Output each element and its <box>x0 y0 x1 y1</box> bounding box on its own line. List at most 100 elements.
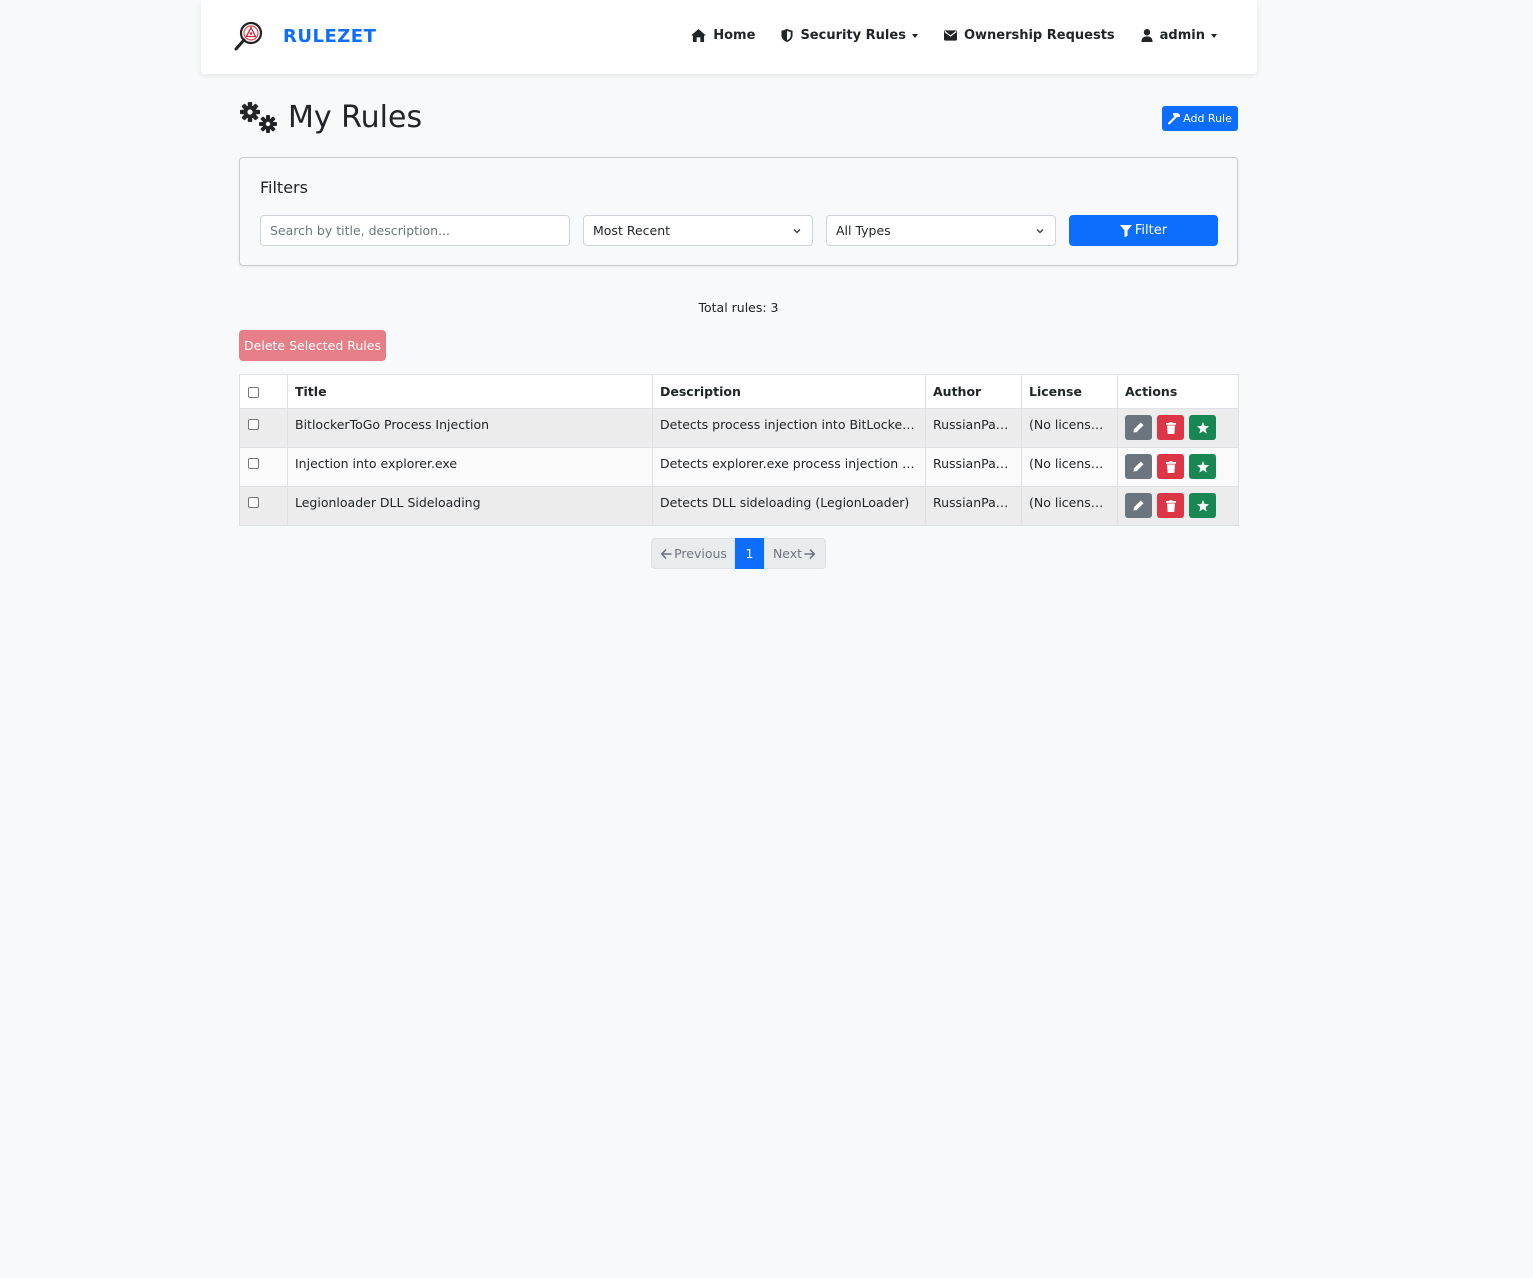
type-select[interactable]: All Types <box>826 215 1056 246</box>
rule-title[interactable]: BitlockerToGo Process Injection <box>287 408 653 448</box>
brand[interactable]: RULEZET <box>234 20 376 52</box>
delete-selected-label: Delete Selected Rules <box>244 338 381 353</box>
column-header[interactable]: Author <box>925 374 1022 409</box>
delete-button[interactable] <box>1157 415 1184 440</box>
table-row: Legionloader DLL Sideloading Detects DLL… <box>239 486 1239 526</box>
star-icon <box>1196 499 1209 511</box>
arrow-left-icon <box>661 548 672 559</box>
edit-button[interactable] <box>1125 454 1152 479</box>
trash-icon <box>1165 499 1176 512</box>
rule-description: Detects process injection into BitLocker… <box>652 408 926 448</box>
previous-label: Previous <box>674 546 727 561</box>
rule-author: RussianPanda <box>925 408 1022 448</box>
chevron-down-icon <box>1211 33 1217 38</box>
table-row: BitlockerToGo Process Injection Detects … <box>239 408 1239 448</box>
next-label: Next <box>772 546 803 561</box>
edit-button[interactable] <box>1125 415 1152 440</box>
nav-security-rules[interactable]: Security Rules <box>781 28 918 43</box>
row-actions <box>1117 408 1239 448</box>
navbar: RULEZET Home Security Rules Ownership Re… <box>201 0 1257 74</box>
row-actions <box>1117 447 1239 487</box>
row-select-cell <box>239 408 288 448</box>
next-page-button[interactable]: Next <box>764 538 826 569</box>
row-select-cell <box>239 486 288 526</box>
rule-author: RussianPanda <box>925 486 1022 526</box>
rule-author: RussianPanda <box>925 447 1022 487</box>
column-header: Actions <box>1117 374 1239 409</box>
row-checkbox[interactable] <box>248 419 259 430</box>
page-header: My Rules <box>239 100 422 135</box>
chevron-down-icon <box>911 33 918 38</box>
edit-button[interactable] <box>1125 493 1152 518</box>
favorite-button[interactable] <box>1189 493 1216 518</box>
previous-page-button[interactable]: Previous <box>651 538 735 569</box>
rule-description: Detects DLL sideloading (LegionLoader) <box>652 486 926 526</box>
add-rule-button[interactable]: Add Rule <box>1162 106 1238 131</box>
star-icon <box>1196 421 1209 433</box>
rule-license: (No license provided) <box>1021 408 1118 448</box>
page-1-button[interactable]: 1 <box>735 538 764 569</box>
row-checkbox[interactable] <box>248 497 259 508</box>
nav-home[interactable]: Home <box>691 28 755 43</box>
filter-button-label: Filter <box>1134 223 1168 238</box>
pencil-icon <box>1133 422 1144 433</box>
row-select-cell <box>239 447 288 487</box>
rule-license: (No license provided) <box>1021 486 1118 526</box>
rule-description: Detects explorer.exe process injection (… <box>652 447 926 487</box>
nav-user-label: admin <box>1159 28 1205 43</box>
search-placeholder: Search by title, description... <box>270 223 451 238</box>
shield-icon <box>781 29 794 42</box>
funnel-icon <box>1119 224 1132 237</box>
nav-home-label: Home <box>713 28 756 43</box>
filters-panel: Filters Search by title, description... … <box>239 157 1238 266</box>
pencil-icon <box>1133 461 1144 472</box>
pencil-icon <box>1133 500 1144 511</box>
rule-title[interactable]: Legionloader DLL Sideloading <box>287 486 653 526</box>
page-title: My Rules <box>288 100 423 135</box>
column-header[interactable]: License <box>1021 374 1118 409</box>
favorite-button[interactable] <box>1189 415 1216 440</box>
rule-license: (No license provided) <box>1021 447 1118 487</box>
sort-select-value: Most Recent <box>593 223 671 238</box>
select-all-checkbox[interactable] <box>248 386 259 398</box>
trash-icon <box>1165 421 1176 434</box>
column-header[interactable]: Title <box>287 374 653 409</box>
current-page-label: 1 <box>745 546 754 561</box>
nav-ownership-requests[interactable]: Ownership Requests <box>943 28 1115 43</box>
nav-user-menu[interactable]: admin <box>1141 28 1217 43</box>
add-rule-label: Add Rule <box>1183 112 1232 125</box>
row-checkbox[interactable] <box>248 458 259 469</box>
nav-ownership-requests-label: Ownership Requests <box>963 28 1115 43</box>
chevron-down-icon <box>793 229 801 234</box>
sort-select[interactable]: Most Recent <box>583 215 813 246</box>
star-icon <box>1196 460 1209 472</box>
rules-table: Title Description Author License Actions… <box>239 374 1239 526</box>
delete-selected-button[interactable]: Delete Selected Rules <box>239 330 386 361</box>
select-all-cell <box>239 374 288 409</box>
envelope-icon <box>943 30 957 41</box>
pagination: Previous 1 Next <box>651 538 826 569</box>
table-row: Injection into explorer.exe Detects expl… <box>239 447 1239 487</box>
nav-security-rules-label: Security Rules <box>800 28 906 43</box>
filter-button[interactable]: Filter <box>1069 215 1218 246</box>
trash-icon <box>1165 460 1176 473</box>
brand-name: RULEZET <box>283 25 377 47</box>
chevron-down-icon <box>1036 229 1044 234</box>
search-input[interactable]: Search by title, description... <box>260 215 570 246</box>
main-nav: Home Security Rules Ownership Requests a… <box>665 28 1217 43</box>
hammer-icon <box>1168 112 1181 124</box>
column-header[interactable]: Description <box>652 374 926 409</box>
delete-button[interactable] <box>1157 493 1184 518</box>
delete-button[interactable] <box>1157 454 1184 479</box>
filters-heading: Filters <box>260 178 308 197</box>
user-icon <box>1141 29 1153 42</box>
total-rules-count: Total rules: 3 <box>698 300 779 315</box>
arrow-right-icon <box>804 548 816 559</box>
row-actions <box>1117 486 1239 526</box>
rule-title[interactable]: Injection into explorer.exe <box>287 447 653 487</box>
gears-icon <box>240 101 277 133</box>
favorite-button[interactable] <box>1189 454 1216 479</box>
type-select-value: All Types <box>836 223 891 238</box>
table-header-row: Title Description Author License Actions <box>239 374 1239 409</box>
home-icon <box>691 29 707 42</box>
